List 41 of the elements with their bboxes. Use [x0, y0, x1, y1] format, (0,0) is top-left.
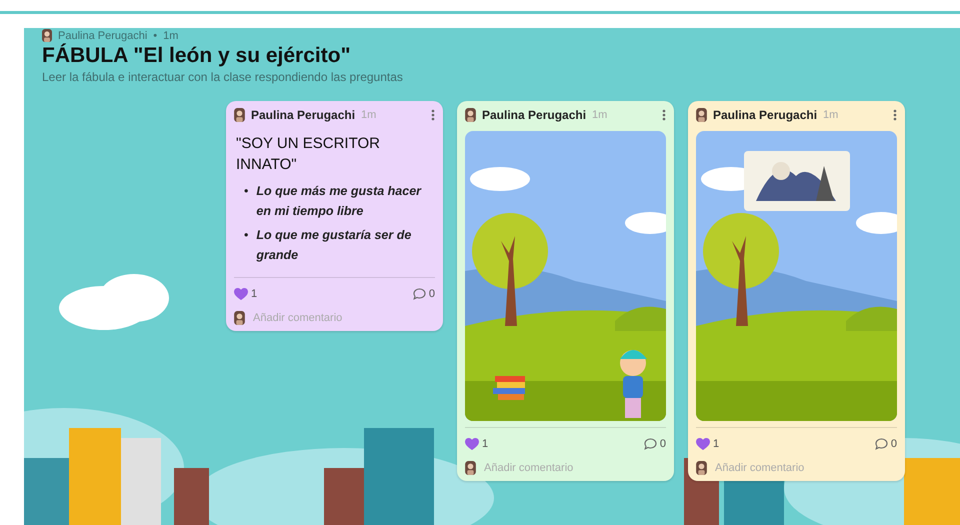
avatar-icon	[465, 461, 476, 475]
more-options-icon[interactable]	[893, 109, 897, 121]
post-time: 1m	[592, 109, 608, 121]
like-count: 1	[482, 438, 488, 450]
comment-icon[interactable]	[874, 438, 888, 450]
bullet-item: Lo que me gustaría ser de grande	[256, 227, 412, 264]
comment-field[interactable]: Añadir comentario	[253, 312, 413, 324]
post-time: 1m	[361, 109, 376, 121]
like-count: 1	[251, 288, 258, 300]
heart-icon[interactable]	[465, 438, 479, 450]
post-heading: "SOY UN ESCRITOR INNATO"	[236, 134, 381, 175]
separator-dot: •	[153, 30, 158, 42]
comment-icon[interactable]	[644, 438, 657, 450]
board-title: FÁBULA "El león y su ejército"	[42, 44, 352, 68]
author-name: Paulina Perugachi	[251, 108, 356, 122]
board-description: Leer la fábula e interactuar con la clase respondiendo las preguntas	[42, 70, 404, 84]
avatar-icon	[42, 29, 52, 42]
post-time: 1m	[823, 109, 838, 121]
author-name: Paulina Perugachi	[713, 108, 818, 122]
comment-count: 0	[890, 438, 897, 450]
avatar-icon	[696, 461, 707, 475]
avatar-icon	[696, 108, 707, 122]
bullet-marker: •	[244, 183, 248, 200]
comment-count: 0	[428, 288, 435, 300]
avatar-icon	[234, 108, 245, 122]
more-options-icon[interactable]	[662, 109, 666, 121]
author-name: Paulina Perugachi	[58, 30, 148, 42]
author-name: Paulina Perugachi	[482, 108, 586, 122]
more-options-icon[interactable]	[431, 109, 435, 121]
bullet-item: Lo que más me gusta hacer en mi tiempo libre	[256, 183, 422, 220]
comment-field[interactable]: Añadir comentario	[715, 462, 875, 474]
avatar-icon	[234, 311, 245, 325]
heart-icon[interactable]	[234, 288, 248, 300]
heart-icon[interactable]	[696, 438, 710, 450]
bullet-marker: •	[244, 227, 248, 244]
comment-field[interactable]: Añadir comentario	[484, 462, 644, 474]
post-time: 1m	[163, 30, 178, 42]
like-count: 1	[713, 438, 720, 450]
avatar-icon	[465, 108, 476, 122]
comment-count: 0	[660, 438, 666, 450]
comment-icon[interactable]	[412, 288, 426, 300]
